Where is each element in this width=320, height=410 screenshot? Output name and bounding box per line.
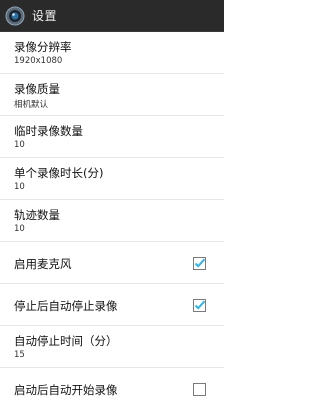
settings-list: 录像分辨率 1920x1080 录像质量 相机默认 临时录像数量 10 单个录像… (0, 32, 224, 400)
microphone-checkbox[interactable] (193, 255, 206, 270)
setting-auto-stop-recording[interactable]: 停止后自动停止录像 (0, 284, 224, 326)
setting-title: 单个录像时长(分) (14, 166, 104, 180)
page-title: 设置 (32, 9, 58, 23)
setting-summary: 15 (14, 350, 25, 360)
setting-video-resolution[interactable]: 录像分辨率 1920x1080 (0, 32, 224, 74)
setting-auto-stop-time[interactable]: 自动停止时间（分） 15 (0, 326, 224, 368)
setting-title: 轨迹数量 (14, 208, 60, 222)
setting-enable-microphone[interactable]: 启用麦克风 (0, 242, 224, 284)
setting-video-quality[interactable]: 录像质量 相机默认 (0, 74, 224, 116)
auto-start-checkbox[interactable] (193, 381, 206, 396)
setting-title: 录像分辨率 (14, 40, 72, 54)
setting-summary: 10 (14, 140, 25, 150)
action-bar: 设置 (0, 0, 224, 32)
setting-title: 停止后自动停止录像 (14, 299, 118, 313)
setting-title: 临时录像数量 (14, 124, 83, 138)
setting-temp-video-count[interactable]: 临时录像数量 10 (0, 116, 224, 158)
setting-summary: 10 (14, 224, 25, 234)
setting-summary: 相机默认 (14, 100, 49, 110)
setting-title: 录像质量 (14, 82, 60, 96)
setting-track-count[interactable]: 轨迹数量 10 (0, 200, 224, 242)
camera-lens-icon[interactable] (4, 5, 26, 27)
setting-auto-start-recording[interactable]: 启动后自动开始录像 (0, 368, 224, 410)
setting-title: 自动停止时间（分） (14, 334, 118, 348)
setting-title: 启用麦克风 (14, 257, 72, 271)
setting-summary: 1920x1080 (14, 56, 63, 66)
setting-summary: 10 (14, 182, 25, 192)
setting-single-video-duration[interactable]: 单个录像时长(分) 10 (0, 158, 224, 200)
auto-stop-checkbox[interactable] (193, 297, 206, 312)
setting-title: 启动后自动开始录像 (14, 383, 118, 397)
